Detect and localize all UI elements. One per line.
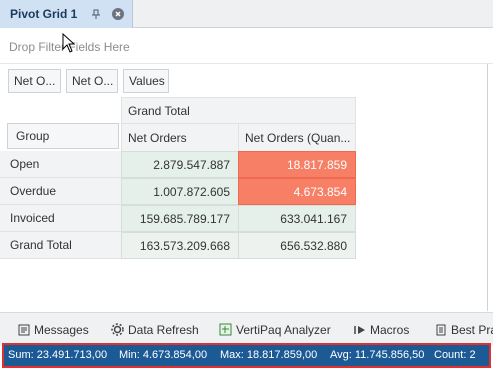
tab-messages[interactable]: Messages xyxy=(18,323,89,337)
row-header-overdue[interactable]: Overdue xyxy=(0,178,121,205)
value-cell[interactable]: 1.007.872.605 xyxy=(121,178,239,205)
value-cell-highlighted[interactable]: 4.673.854 xyxy=(238,178,356,205)
value-cell-grand-total[interactable]: 656.532.880 xyxy=(238,232,356,259)
row-header-grand-total[interactable]: Grand Total xyxy=(0,232,121,259)
tab-pivot-grid[interactable]: Pivot Grid 1 xyxy=(0,0,133,28)
value-cell[interactable]: 159.685.789.177 xyxy=(121,205,239,232)
tab-data-refresh[interactable]: Data Refresh xyxy=(111,323,199,337)
vertipaq-analyzer-icon xyxy=(219,323,232,336)
status-min: Min: 4.673.854,00 xyxy=(119,349,208,361)
column-header-grand-total[interactable]: Grand Total xyxy=(121,97,356,124)
status-avg: Avg: 11.745.856,50 xyxy=(330,349,425,361)
column-header-net-orders-quantity[interactable]: Net Orders (Quan... xyxy=(238,123,356,152)
tab-title: Pivot Grid 1 xyxy=(10,7,78,21)
tab-messages-label: Messages xyxy=(34,323,89,337)
value-cell-grand-total[interactable]: 163.573.209.668 xyxy=(121,232,239,259)
tab-macros-label: Macros xyxy=(370,323,410,337)
close-icon[interactable] xyxy=(112,8,124,20)
macros-icon xyxy=(354,326,365,334)
pin-icon[interactable] xyxy=(90,8,102,20)
status-bar: Sum: 23.491.713,00 Min: 4.673.854,00 Max… xyxy=(2,343,491,368)
tab-best-practices-label: Best Pra xyxy=(451,323,493,337)
tab-macros[interactable]: Macros xyxy=(354,323,409,337)
field-chip-values[interactable]: Values xyxy=(123,69,169,93)
tab-vertipaq-analyzer-label: VertiPaq Analyzer xyxy=(236,323,331,337)
bottom-tool-tabs: Messages Data Refresh VertiPaq Analyzer … xyxy=(0,312,493,346)
value-cell[interactable]: 633.041.167 xyxy=(238,205,356,232)
panel-divider xyxy=(487,64,488,311)
column-header-net-orders[interactable]: Net Orders xyxy=(121,123,239,152)
status-sum: Sum: 23.491.713,00 xyxy=(8,349,108,361)
best-practices-icon xyxy=(436,324,446,336)
tab-best-practices[interactable]: Best Pra xyxy=(435,323,493,337)
field-chip-net-orders[interactable]: Net O... xyxy=(8,69,61,93)
document-tabstrip: Pivot Grid 1 xyxy=(0,0,493,28)
value-cell-highlighted[interactable]: 18.817.859 xyxy=(238,151,356,178)
row-header-invoiced[interactable]: Invoiced xyxy=(0,205,121,232)
field-chip-net-orders-quantity[interactable]: Net O... xyxy=(66,69,118,93)
tab-data-refresh-label: Data Refresh xyxy=(128,323,199,337)
row-field-group[interactable]: Group xyxy=(7,123,119,149)
value-cell[interactable]: 2.879.547.887 xyxy=(121,151,239,178)
mouse-cursor-icon xyxy=(62,33,76,53)
data-refresh-icon xyxy=(111,323,124,336)
tab-vertipaq-analyzer[interactable]: VertiPaq Analyzer xyxy=(219,323,331,337)
status-max: Max: 18.817.859,00 xyxy=(220,349,318,361)
status-count: Count: 2 xyxy=(434,349,476,361)
messages-icon xyxy=(18,324,30,336)
row-header-open[interactable]: Open xyxy=(0,151,121,178)
